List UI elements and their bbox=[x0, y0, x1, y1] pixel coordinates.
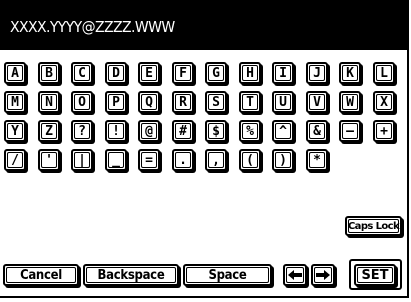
set-button[interactable]: SET bbox=[354, 264, 396, 286]
input-display: XXXX.YYYY@ZZZZ.WWW bbox=[0, 0, 407, 50]
backspace-button[interactable]: Backspace bbox=[83, 264, 179, 286]
left-arrow-button[interactable] bbox=[283, 264, 307, 286]
key-2-7[interactable]: % bbox=[239, 120, 261, 142]
arrow-right-icon bbox=[316, 270, 330, 280]
key-2-5[interactable]: # bbox=[172, 120, 194, 142]
space-button[interactable]: Space bbox=[183, 264, 272, 286]
key-0-2[interactable]: C bbox=[71, 62, 93, 84]
key-0-4[interactable]: E bbox=[138, 62, 160, 84]
key-2-8[interactable]: ^ bbox=[272, 120, 294, 142]
key-0-0[interactable]: A bbox=[4, 62, 26, 84]
key-1-4[interactable]: Q bbox=[138, 91, 160, 113]
key-3-0[interactable]: / bbox=[4, 149, 26, 171]
key-3-4[interactable]: = bbox=[138, 149, 160, 171]
key-3-3[interactable]: _ bbox=[105, 149, 127, 171]
key-2-1[interactable]: Z bbox=[38, 120, 60, 142]
key-0-1[interactable]: B bbox=[38, 62, 60, 84]
key-0-11[interactable]: L bbox=[373, 62, 395, 84]
caps-lock-key[interactable]: Caps Lock bbox=[345, 216, 402, 236]
key-2-2[interactable]: ? bbox=[71, 120, 93, 142]
key-2-4[interactable]: @ bbox=[138, 120, 160, 142]
key-1-5[interactable]: R bbox=[172, 91, 194, 113]
key-0-5[interactable]: F bbox=[172, 62, 194, 84]
key-1-9[interactable]: V bbox=[306, 91, 328, 113]
key-3-6[interactable]: , bbox=[205, 149, 227, 171]
key-1-2[interactable]: O bbox=[71, 91, 93, 113]
key-3-2[interactable]: | bbox=[71, 149, 93, 171]
key-2-9[interactable]: & bbox=[306, 120, 328, 142]
key-0-9[interactable]: J bbox=[306, 62, 328, 84]
key-1-6[interactable]: S bbox=[205, 91, 227, 113]
key-2-3[interactable]: ! bbox=[105, 120, 127, 142]
key-3-8[interactable]: ) bbox=[272, 149, 294, 171]
key-2-10[interactable]: — bbox=[339, 120, 361, 142]
key-3-5[interactable]: . bbox=[172, 149, 194, 171]
key-3-9[interactable]: * bbox=[306, 149, 328, 171]
key-1-10[interactable]: W bbox=[339, 91, 361, 113]
key-2-0[interactable]: Y bbox=[4, 120, 26, 142]
key-0-3[interactable]: D bbox=[105, 62, 127, 84]
key-1-11[interactable]: X bbox=[373, 91, 395, 113]
key-0-7[interactable]: H bbox=[239, 62, 261, 84]
arrow-left-icon bbox=[288, 270, 302, 280]
key-0-10[interactable]: K bbox=[339, 62, 361, 84]
key-1-7[interactable]: T bbox=[239, 91, 261, 113]
key-1-1[interactable]: N bbox=[38, 91, 60, 113]
key-3-7[interactable]: ( bbox=[239, 149, 261, 171]
key-2-6[interactable]: $ bbox=[205, 120, 227, 142]
key-0-6[interactable]: G bbox=[205, 62, 227, 84]
key-3-1[interactable]: ' bbox=[38, 149, 60, 171]
input-text: XXXX.YYYY@ZZZZ.WWW bbox=[10, 19, 175, 37]
key-1-0[interactable]: M bbox=[4, 91, 26, 113]
cancel-button[interactable]: Cancel bbox=[3, 264, 79, 286]
key-1-3[interactable]: P bbox=[105, 91, 127, 113]
keyboard-panel: XXXX.YYYY@ZZZZ.WWW ABCDEFGHIJKL MNOPQRSTU… bbox=[0, 0, 409, 298]
key-0-8[interactable]: I bbox=[272, 62, 294, 84]
right-arrow-button[interactable] bbox=[311, 264, 335, 286]
key-2-11[interactable]: + bbox=[373, 120, 395, 142]
key-1-8[interactable]: U bbox=[272, 91, 294, 113]
